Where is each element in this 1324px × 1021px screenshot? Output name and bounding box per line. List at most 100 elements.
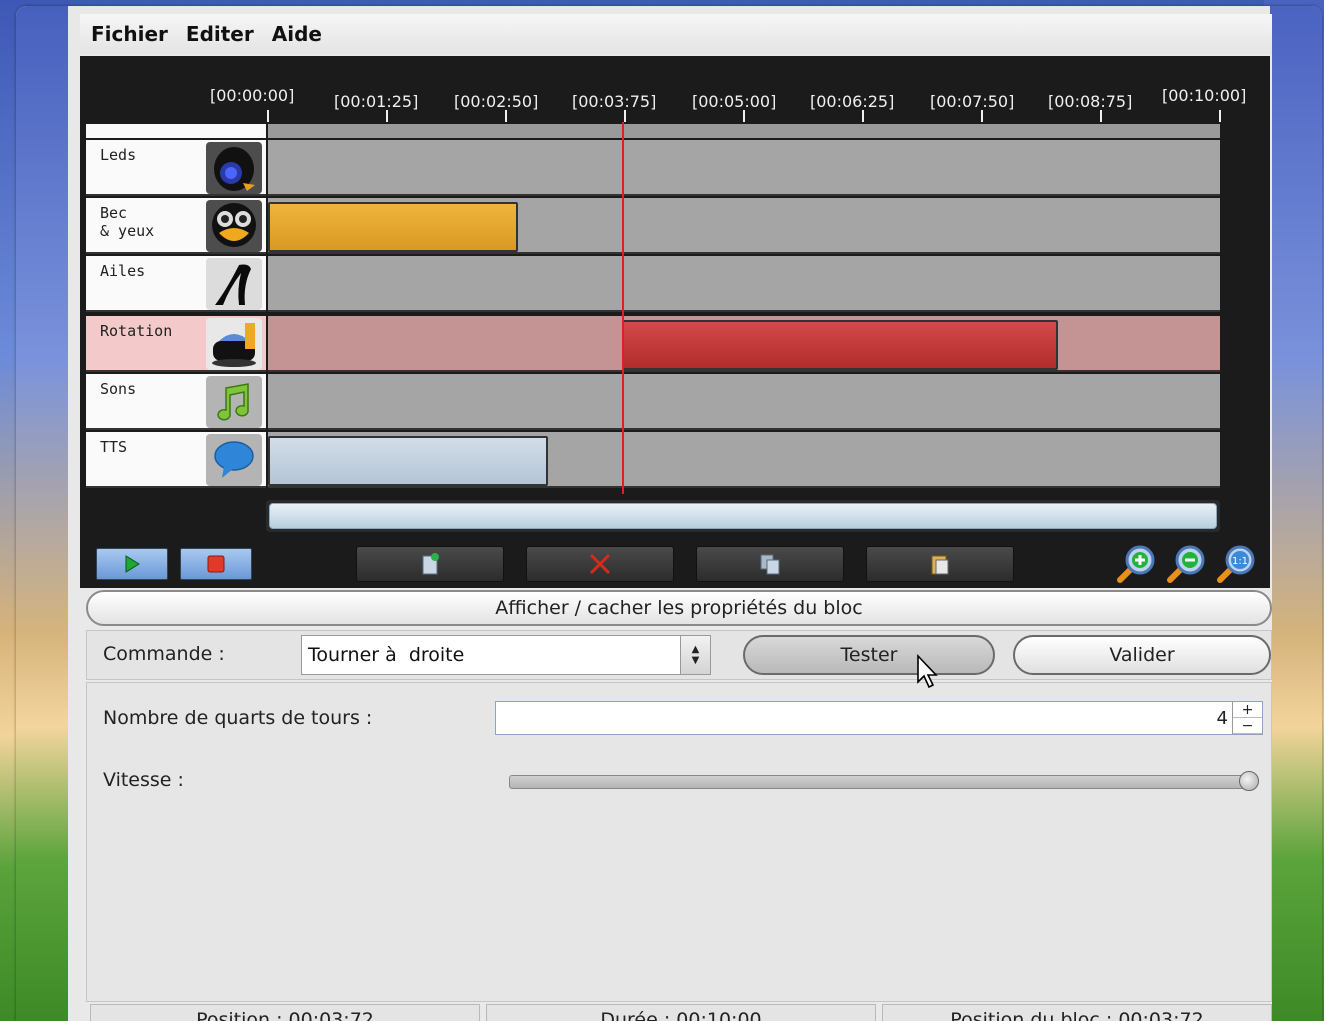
block-properties-panel: Nombre de quarts de tours : 4 + − Vitess… (86, 682, 1272, 1002)
command-select[interactable]: Tourner à droite ▲ ▼ (301, 635, 711, 675)
play-icon (125, 555, 140, 573)
zoom-reset-icon: 1:1 (1217, 545, 1255, 583)
zoom-reset-button[interactable]: 1:1 (1214, 542, 1258, 586)
track-name: Bec & yeux (100, 204, 155, 240)
ruler-label: [00:10:00] (1162, 86, 1247, 105)
toggle-properties-button[interactable]: Afficher / cacher les propriétés du bloc (86, 590, 1272, 626)
quarters-spinbox[interactable]: 4 + − (495, 701, 1263, 735)
track-tts: TTS (86, 432, 1220, 488)
track-header-spacer (86, 124, 266, 138)
spin-up-icon[interactable]: + (1233, 702, 1262, 718)
ruler-label: [00:02:50] (454, 92, 539, 111)
penguin-face-icon (206, 200, 262, 252)
select-arrows-icon[interactable]: ▲ ▼ (680, 636, 710, 674)
copy-icon (760, 554, 780, 575)
track-header[interactable]: Sons (86, 374, 266, 430)
zoom-out-button[interactable] (1164, 542, 1208, 586)
timeline-block-selected[interactable] (622, 320, 1058, 370)
delete-icon (589, 553, 611, 575)
track-header[interactable]: Bec & yeux (86, 198, 266, 254)
play-button[interactable] (96, 548, 168, 580)
menu-fichier[interactable]: Fichier (82, 22, 177, 46)
zoom-out-icon (1167, 545, 1205, 583)
penguin-leds-icon (206, 142, 262, 194)
ruler-tick (1100, 110, 1102, 122)
track-header[interactable]: Rotation (86, 316, 266, 372)
track-lane[interactable] (268, 316, 1220, 372)
track-lane[interactable] (268, 432, 1220, 488)
track-sons: Sons (86, 374, 1220, 430)
playhead-line[interactable] (622, 122, 624, 494)
ruler-tick (1219, 110, 1221, 122)
track-name: Leds (100, 146, 137, 164)
ruler-tick (981, 110, 983, 122)
track-lane[interactable] (268, 140, 1220, 196)
zoom-reset-label: 1:1 (1232, 556, 1248, 567)
track-name: TTS (100, 438, 128, 456)
zoom-in-icon (1117, 545, 1155, 583)
validate-button[interactable]: Valider (1013, 635, 1271, 675)
menu-bar: Fichier Editer Aide (80, 14, 1272, 54)
window-frame-right (1270, 6, 1322, 1021)
ruler-tick (862, 110, 864, 122)
status-duration: Durée : 00:10:00 (486, 1004, 876, 1021)
spin-buttons[interactable]: + − (1232, 702, 1262, 734)
status-position-text: Position : 00:03:72 (196, 1009, 374, 1021)
mouse-cursor-icon (917, 654, 938, 689)
track-lane[interactable] (268, 256, 1220, 312)
new-block-icon (422, 553, 439, 575)
ruler-label: [00:00:00] (210, 86, 295, 105)
ruler-tick (624, 110, 626, 122)
timeline-block[interactable] (268, 202, 518, 252)
paste-icon (931, 555, 949, 575)
command-value: Tourner à droite (308, 644, 465, 666)
slider-thumb[interactable] (1239, 771, 1259, 791)
time-ruler: [00:00:00] [00:01:25] [00:02:50] [00:03:… (80, 56, 1270, 122)
stop-button[interactable] (180, 548, 252, 580)
track-header[interactable]: Leds (86, 140, 266, 196)
timeline-scrollbar[interactable] (266, 500, 1220, 532)
track-header[interactable]: Ailes (86, 256, 266, 312)
menu-aide[interactable]: Aide (263, 22, 331, 46)
speed-slider[interactable] (509, 775, 1249, 789)
timeline-block[interactable] (268, 436, 548, 486)
track-rotation: Rotation (86, 316, 1220, 372)
new-block-button[interactable] (356, 546, 504, 582)
quarters-value: 4 (1216, 708, 1228, 729)
track-name: Rotation (100, 322, 173, 340)
music-note-icon (206, 376, 262, 428)
scrollbar-thumb[interactable] (269, 503, 1217, 529)
delete-button[interactable] (526, 546, 674, 582)
copy-button[interactable] (696, 546, 844, 582)
zoom-in-button[interactable] (1114, 542, 1158, 586)
ruler-label: [00:05:00] (692, 92, 777, 111)
ruler-tick (743, 110, 745, 122)
track-scale-strip (268, 124, 1220, 138)
wing-icon (206, 258, 262, 310)
ruler-label: [00:01:25] (334, 92, 419, 111)
status-position: Position : 00:03:72 (90, 1004, 480, 1021)
track-bec-yeux: Bec & yeux (86, 198, 1220, 254)
test-button[interactable]: Tester (743, 635, 995, 675)
ruler-label: [00:06:25] (810, 92, 895, 111)
paste-button[interactable] (866, 546, 1014, 582)
quarters-label: Nombre de quarts de tours : (103, 707, 373, 729)
track-header[interactable]: TTS (86, 432, 266, 488)
command-label: Commande : (103, 643, 225, 665)
status-duration-text: Durée : 00:10:00 (600, 1009, 762, 1021)
ruler-tick (267, 110, 269, 122)
track-name: Ailes (100, 262, 146, 280)
track-name: Sons (100, 380, 137, 398)
speed-label: Vitesse : (103, 769, 184, 791)
speech-bubble-icon (206, 434, 262, 486)
ruler-label: [00:03:75] (572, 92, 657, 111)
spin-down-icon[interactable]: − (1233, 718, 1262, 734)
window-frame-left (16, 6, 68, 1021)
track-lane[interactable] (268, 198, 1220, 254)
ruler-tick (386, 110, 388, 122)
menu-editer[interactable]: Editer (177, 22, 263, 46)
app-window: Fichier Editer Aide [00:00:00] [00:01:25… (16, 6, 1322, 1021)
command-bar: Commande : Tourner à droite ▲ ▼ Tester Va… (86, 630, 1272, 680)
track-ailes: Ailes (86, 256, 1220, 312)
track-lane[interactable] (268, 374, 1220, 430)
